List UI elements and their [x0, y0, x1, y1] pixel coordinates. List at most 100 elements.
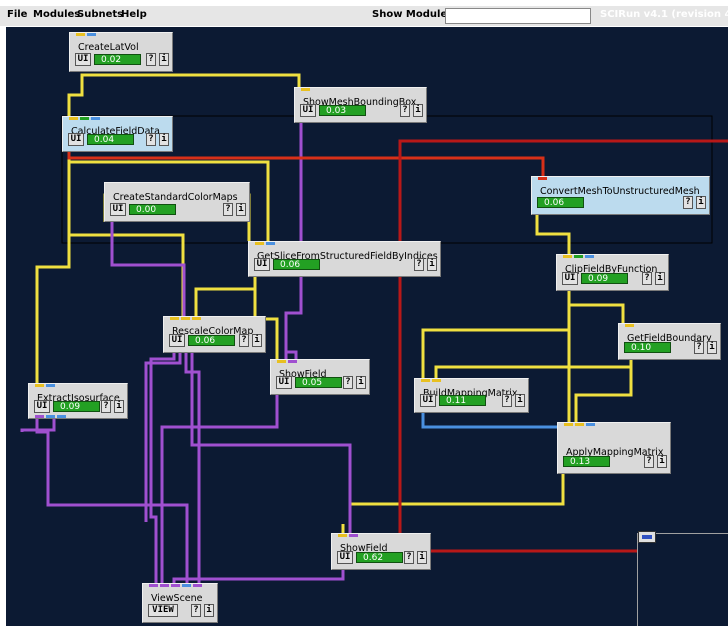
progress-timer: 0.04 — [87, 134, 134, 145]
input-ports — [277, 360, 297, 363]
module-createstandardcolormaps[interactable]: CreateStandardColorMaps UI 0.00 ? i — [104, 182, 250, 222]
input-ports — [301, 88, 310, 91]
ui-button[interactable]: UI — [254, 258, 270, 271]
help-button[interactable]: ? — [644, 455, 654, 468]
help-button[interactable]: ? — [404, 551, 414, 564]
module-createlatvol[interactable]: CreateLatVol UI 0.02 ? i — [69, 32, 173, 72]
info-button[interactable]: i — [707, 341, 717, 354]
progress-timer: 0.03 — [319, 105, 366, 116]
progress-timer: 0.06 — [537, 197, 584, 208]
wire-createlatvol-showmeshboundingbox[interactable] — [80, 73, 301, 90]
show-module-input[interactable] — [445, 8, 591, 24]
wire-extractisosurface-viewscene[interactable] — [35, 419, 189, 583]
module-showfield-1[interactable]: ShowField UI 0.05 ? i — [270, 359, 370, 395]
module-buildmappingmatrix[interactable]: BuildMappingMatrix UI 0.11 ? i — [414, 378, 529, 413]
view-button[interactable]: VIEW — [148, 604, 178, 617]
module-applymappingmatrix[interactable]: ApplyMappingMatrix 0.13 ? i — [557, 422, 671, 474]
wire-calculatefielddata-extractisosurface[interactable] — [35, 152, 71, 383]
help-button[interactable]: ? — [683, 196, 693, 209]
help-button[interactable]: ? — [694, 341, 704, 354]
info-button[interactable]: i — [413, 104, 423, 117]
help-button[interactable]: ? — [400, 104, 410, 117]
ui-button[interactable]: UI — [337, 551, 353, 564]
info-button[interactable]: i — [114, 400, 124, 413]
viewer-window-icon[interactable] — [638, 531, 656, 543]
input-ports — [76, 33, 96, 36]
menu-subnets[interactable]: Subnets — [77, 9, 123, 20]
ui-button[interactable]: UI — [562, 272, 578, 285]
ui-button[interactable]: UI — [110, 203, 126, 216]
menu-file[interactable]: File — [7, 9, 27, 20]
help-button[interactable]: ? — [101, 400, 111, 413]
network-canvas[interactable]: CreateLatVol UI 0.02 ? i ShowMeshBoundin… — [6, 27, 728, 626]
info-button[interactable]: i — [204, 604, 214, 617]
module-showfield-2[interactable]: ShowField UI 0.62 ? i — [331, 533, 431, 570]
wire-createlatvol-calculatefielddata[interactable] — [67, 90, 84, 116]
ui-button[interactable]: UI — [420, 394, 436, 407]
input-ports — [563, 255, 594, 258]
help-button[interactable]: ? — [642, 272, 652, 285]
info-button[interactable]: i — [427, 258, 437, 271]
info-button[interactable]: i — [657, 455, 667, 468]
input-ports — [149, 584, 202, 587]
wire-convertmesh-clipfield[interactable] — [535, 215, 571, 254]
module-getfieldboundary[interactable]: GetFieldBoundary 0.10 ? i — [618, 323, 721, 360]
progress-timer: 0.06 — [273, 259, 320, 270]
menu-help[interactable]: Help — [121, 9, 147, 20]
help-button[interactable]: ? — [239, 334, 249, 347]
input-ports — [538, 177, 547, 180]
wire-calculatefielddata-rescalecolormap[interactable] — [67, 152, 185, 316]
wire-applymappingmatrix-showfield2[interactable] — [348, 474, 565, 533]
wire-clipfield-getfieldboundary[interactable] — [567, 291, 625, 323]
help-button[interactable]: ? — [146, 53, 156, 66]
version-label: SCIRun v4.1 (revision 4334 — [600, 9, 728, 20]
ui-button[interactable]: UI — [34, 400, 50, 413]
info-button[interactable]: i — [356, 376, 366, 389]
input-ports — [564, 423, 595, 426]
info-button[interactable]: i — [655, 272, 665, 285]
info-button[interactable]: i — [515, 394, 525, 407]
module-getslicefromstructuredfieldbyindices[interactable]: GetSliceFromStructuredFieldByIndices UI … — [248, 241, 441, 277]
wire-getfieldboundary-applymappingmatrix[interactable] — [574, 360, 633, 422]
ui-button[interactable]: UI — [68, 133, 84, 146]
help-button[interactable]: ? — [191, 604, 201, 617]
input-ports — [35, 384, 55, 387]
info-button[interactable]: i — [159, 133, 169, 146]
info-button[interactable]: i — [417, 551, 427, 564]
wire-getfieldboundary-buildmappingmatrix[interactable] — [434, 360, 633, 378]
viewer-window[interactable] — [637, 531, 728, 626]
help-button[interactable]: ? — [343, 376, 353, 389]
help-button[interactable]: ? — [502, 394, 512, 407]
show-module-label: Show Module: — [372, 9, 452, 20]
help-button[interactable]: ? — [414, 258, 424, 271]
output-ports — [35, 415, 66, 418]
progress-timer: 0.13 — [563, 456, 610, 467]
module-convertmeshtounstructuredmesh[interactable]: ConvertMeshToUnstructuredMesh 0.06 ? i — [531, 176, 710, 215]
info-button[interactable]: i — [159, 53, 169, 66]
info-button[interactable]: i — [252, 334, 262, 347]
module-rescalecolormap[interactable]: RescaleColorMap UI 0.06 ? i — [163, 316, 266, 353]
module-calculatefielddata[interactable]: CalculateFieldData UI 0.04 ? i — [62, 116, 173, 152]
wire-calculatefielddata-convertmesh[interactable] — [67, 152, 545, 176]
ui-button[interactable]: UI — [276, 376, 292, 389]
help-button[interactable]: ? — [146, 133, 156, 146]
wire-showfield1-viewscene[interactable] — [160, 395, 279, 583]
wire-clipfield-buildmappingmatrix[interactable] — [421, 291, 571, 378]
ui-button[interactable]: UI — [300, 104, 316, 117]
ui-button[interactable]: UI — [75, 53, 91, 66]
progress-timer: 0.09 — [581, 273, 628, 284]
menu-modules[interactable]: Modules — [33, 9, 80, 20]
progress-timer: 0.05 — [295, 377, 342, 388]
info-button[interactable]: i — [696, 196, 706, 209]
input-ports — [255, 242, 275, 245]
help-button[interactable]: ? — [223, 203, 233, 216]
module-showmeshboundingbox[interactable]: ShowMeshBoundingBox UI 0.03 ? i — [294, 87, 427, 123]
module-clipfieldbyfunction[interactable]: ClipFieldByFunction UI 0.09 ? i — [556, 254, 669, 291]
wire-getslice-rescalecolormap[interactable] — [194, 277, 257, 316]
progress-timer: 0.09 — [53, 401, 100, 412]
ui-button[interactable]: UI — [169, 334, 185, 347]
info-button[interactable]: i — [236, 203, 246, 216]
input-ports — [421, 379, 441, 382]
module-viewscene[interactable]: ViewScene VIEW ? i — [142, 583, 218, 623]
module-extractisosurface[interactable]: ExtractIsosurface UI 0.09 ? i — [28, 383, 128, 419]
